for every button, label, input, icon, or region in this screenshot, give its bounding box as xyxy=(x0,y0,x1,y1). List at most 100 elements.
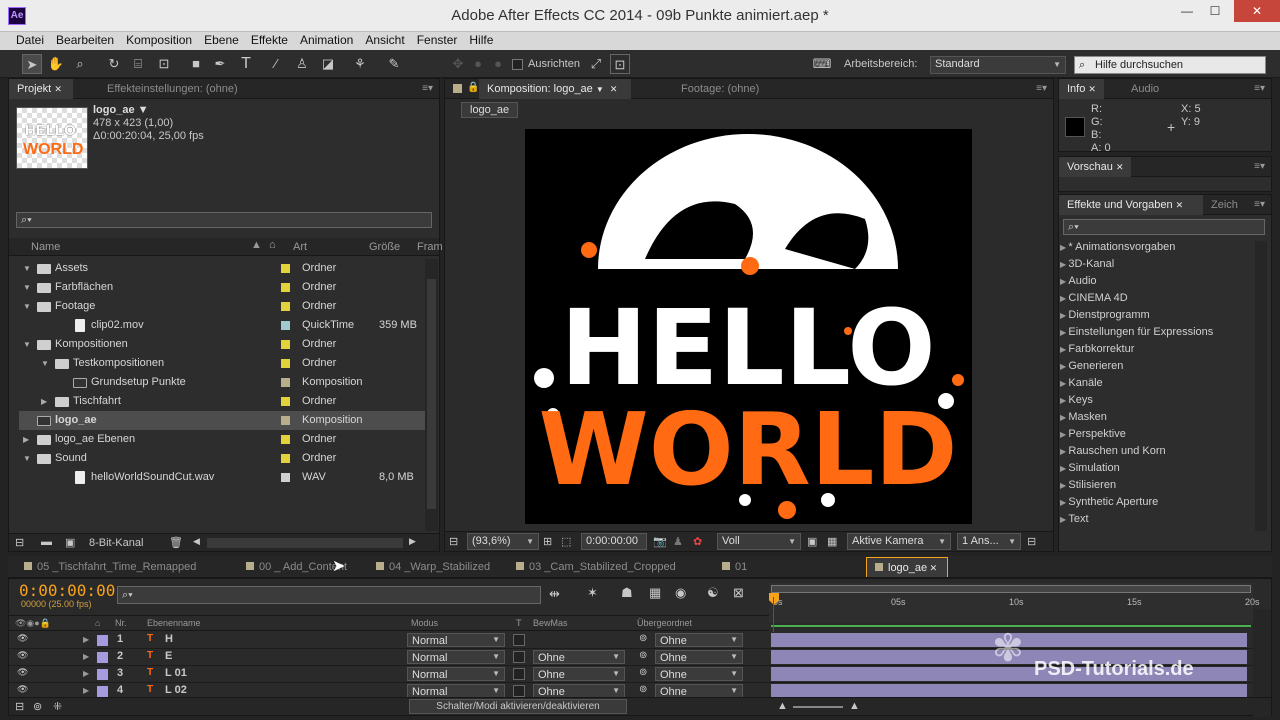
timeline-tab-3[interactable]: 03 _Cam_Stabilized_Cropped xyxy=(508,557,704,577)
project-item-8[interactable]: logo_ae Komposition xyxy=(19,411,427,430)
visibility-eye-icon[interactable]: 👁 xyxy=(17,633,28,644)
timecode-field[interactable]: 0:00:00:00 xyxy=(581,533,647,550)
rotate-tool-icon[interactable]: ↻ xyxy=(104,54,124,74)
comp-breadcrumb[interactable]: logo_ae xyxy=(461,102,519,118)
mask-visibility-icon[interactable]: ⬚ xyxy=(561,535,571,548)
menu-animation[interactable]: Animation xyxy=(294,32,359,47)
tab-zeichen[interactable]: Zeich xyxy=(1203,195,1246,215)
effect-category-14[interactable]: ▶ Stilisieren xyxy=(1060,477,1252,494)
timeline-tab-2[interactable]: 04 _Warp_Stabilized xyxy=(368,557,500,577)
layer-name[interactable]: L 01 xyxy=(165,667,187,679)
effect-category-3[interactable]: ▶ CINEMA 4D xyxy=(1060,290,1252,307)
label-color-swatch[interactable] xyxy=(281,473,290,482)
project-item-0[interactable]: ▼ Assets Ordner xyxy=(19,259,427,278)
effect-category-10[interactable]: ▶ Masken xyxy=(1060,409,1252,426)
collapsed-triangle-icon[interactable]: ▶ xyxy=(23,430,33,449)
expanded-triangle-icon[interactable]: ▼ xyxy=(23,278,33,297)
pick-whip-icon[interactable]: ⊚ xyxy=(639,633,647,644)
menu-komposition[interactable]: Komposition xyxy=(120,32,198,47)
tab-vorschau[interactable]: Vorschau ✕ xyxy=(1059,157,1132,177)
time-ruler[interactable]: 0s 05s 10s 15s 20s xyxy=(769,583,1260,623)
col-bewmas[interactable]: BewMas xyxy=(533,618,568,628)
comp-mini-flowchart-icon[interactable]: ⇹ xyxy=(549,586,560,602)
zoom-tool-icon[interactable]: ⌕ xyxy=(70,54,90,74)
tab-effekte-vorgaben[interactable]: Effekte und Vorgaben ✕ xyxy=(1059,195,1203,215)
scroll-right-icon[interactable]: ▶ xyxy=(409,536,416,547)
label-color-swatch[interactable] xyxy=(97,686,108,697)
label-color-swatch[interactable] xyxy=(281,340,290,349)
rectangle-tool-icon[interactable]: ■ xyxy=(186,54,206,74)
world-axis-icon[interactable]: ● xyxy=(468,54,488,74)
effect-category-5[interactable]: ▶ Einstellungen für Expressions xyxy=(1060,324,1252,341)
item-name[interactable]: logo_ae ▼ xyxy=(93,104,149,116)
collapsed-triangle-icon[interactable]: ▶ xyxy=(83,652,89,661)
project-item-4[interactable]: ▼ Kompositionen Ordner xyxy=(19,335,427,354)
parent-dropdown[interactable]: Ohne ▼ xyxy=(655,633,743,647)
close-icon[interactable]: ✕ xyxy=(1176,200,1184,210)
panel-menu-icon[interactable]: ≡▾ xyxy=(1254,83,1265,94)
effects-scrollbar[interactable] xyxy=(1255,241,1267,531)
axis-mode-icon[interactable]: ✥ xyxy=(448,54,468,74)
col-ebenenname[interactable]: Ebenenname xyxy=(147,618,201,628)
brush-tool-icon[interactable]: ∕ xyxy=(266,54,286,74)
project-item-11[interactable]: helloWorldSoundCut.wav WAV 8,0 MB xyxy=(19,468,427,487)
track-matte-dropdown[interactable]: Ohne ▼ xyxy=(533,684,625,698)
layer-name[interactable]: E xyxy=(165,650,172,662)
sort-up-icon[interactable]: ▲ xyxy=(251,239,262,251)
parent-dropdown[interactable]: Ohne ▼ xyxy=(655,684,743,698)
col-art[interactable]: Art xyxy=(293,241,307,253)
views-dropdown[interactable]: 1 Ans... ▼ xyxy=(957,533,1021,550)
tab-projekt[interactable]: Projekt ✕ xyxy=(9,79,73,99)
col-size[interactable]: Größe xyxy=(369,241,400,253)
label-color-swatch[interactable] xyxy=(281,283,290,292)
lock-icon[interactable]: 🔒 xyxy=(467,82,479,93)
label-color-swatch[interactable] xyxy=(281,359,290,368)
camera-tool-icon[interactable]: ⌸ xyxy=(128,54,148,74)
timeline-timecode[interactable]: 0:00:00:00 xyxy=(19,581,115,600)
effect-category-16[interactable]: ▶ Text xyxy=(1060,511,1252,528)
col-t[interactable]: T xyxy=(516,618,522,628)
close-icon[interactable]: ✕ xyxy=(1116,162,1124,172)
new-comp-icon[interactable]: ▣ xyxy=(65,536,75,549)
label-tag-icon[interactable]: ⌂ xyxy=(269,239,276,251)
tab-komposition[interactable]: Komposition: logo_ae ▼ ✕ xyxy=(479,79,631,99)
effect-category-2[interactable]: ▶ Audio xyxy=(1060,273,1252,290)
shy-layers-icon[interactable]: ☗ xyxy=(621,585,633,601)
interpret-footage-icon[interactable]: ⊟ xyxy=(15,536,24,549)
frame-blending-icon[interactable]: ▦ xyxy=(649,585,661,601)
snapshot-icon[interactable]: 📷 xyxy=(653,535,667,548)
expand-time-icon[interactable]: ⁜ xyxy=(53,700,62,713)
track-matte-dropdown[interactable]: Ohne ▼ xyxy=(533,650,625,664)
toggle-pixel-aspect-icon[interactable]: ⊟ xyxy=(1027,535,1036,548)
visibility-eye-icon[interactable]: 👁 xyxy=(17,667,28,678)
label-color-swatch[interactable] xyxy=(281,397,290,406)
channel-icon[interactable]: ✿ xyxy=(693,535,702,548)
pan-behind-tool-icon[interactable]: ⊡ xyxy=(154,54,174,74)
timeline-tab-0[interactable]: 05 _Tischfahrt_Time_Remapped xyxy=(16,557,226,577)
parent-dropdown[interactable]: Ohne ▼ xyxy=(655,650,743,664)
transparency-grid-icon[interactable]: ▦ xyxy=(827,535,837,548)
label-color-swatch[interactable] xyxy=(97,652,108,663)
blend-mode-dropdown[interactable]: Normal ▼ xyxy=(407,633,505,647)
timeline-tab-4[interactable]: 01 _Comp_Unstabilized xyxy=(714,557,854,593)
bit-depth-label[interactable]: 8-Bit-Kanal xyxy=(89,537,143,549)
label-color-swatch[interactable] xyxy=(281,321,290,330)
effect-category-8[interactable]: ▶ Kanäle xyxy=(1060,375,1252,392)
timeline-search-input[interactable]: ⌕▾ xyxy=(117,586,541,604)
preserve-transparency-checkbox[interactable] xyxy=(513,634,525,646)
blend-mode-dropdown[interactable]: Normal ▼ xyxy=(407,650,505,664)
effect-category-1[interactable]: ▶ 3D-Kanal xyxy=(1060,256,1252,273)
clone-stamp-tool-icon[interactable]: ♙ xyxy=(292,54,312,74)
pick-whip-icon[interactable]: ⊚ xyxy=(639,667,647,678)
project-item-5[interactable]: ▼ Testkompositionen Ordner xyxy=(19,354,427,373)
expanded-triangle-icon[interactable]: ▼ xyxy=(23,297,33,316)
preserve-transparency-checkbox[interactable] xyxy=(513,651,525,663)
visibility-eye-icon[interactable]: 👁 xyxy=(17,684,28,695)
label-color-swatch[interactable] xyxy=(281,416,290,425)
expanded-triangle-icon[interactable]: ▼ xyxy=(23,335,33,354)
layer-duration-bar[interactable] xyxy=(771,684,1247,698)
show-snapshot-icon[interactable]: ♟ xyxy=(673,535,683,548)
label-tag-icon[interactable]: ⌂ xyxy=(95,618,100,628)
viewer-options-icon[interactable]: ⊟ xyxy=(449,535,458,548)
project-item-7[interactable]: ▶ Tischfahrt Ordner xyxy=(19,392,427,411)
